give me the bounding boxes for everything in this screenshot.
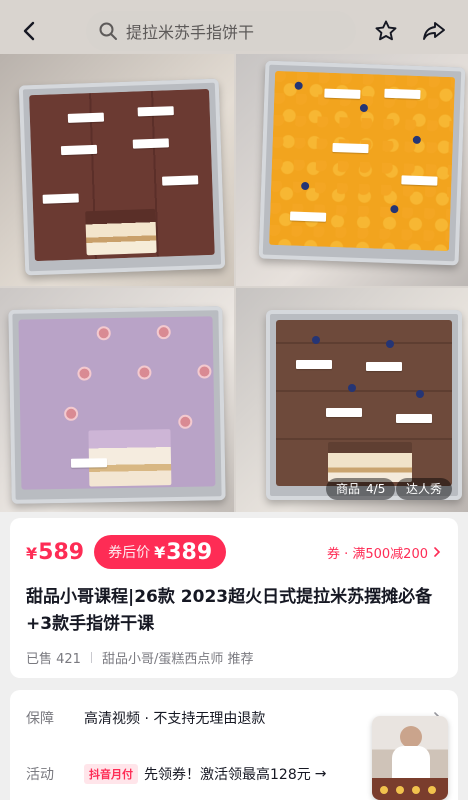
recommender[interactable]: 甜品小哥/蛋糕西点师 推荐	[102, 648, 254, 667]
cake-label	[70, 458, 108, 468]
arrow-right-icon: →	[314, 766, 327, 782]
rose-decoration	[98, 328, 109, 339]
cake-label	[396, 414, 432, 423]
divider	[90, 652, 92, 663]
blueberry	[416, 390, 424, 398]
pager-index: 4/5	[366, 482, 386, 496]
rose-decoration	[79, 368, 90, 379]
cake-label	[67, 112, 105, 123]
cake-slice	[85, 208, 157, 256]
cake-label	[137, 106, 174, 117]
video-dessert	[412, 786, 420, 794]
video-dessert	[380, 786, 388, 794]
product-meta: 已售 421 甜品小哥/蛋糕西点师 推荐	[26, 648, 442, 667]
price-row: ¥ 589 券后价 ¥ 389 券 · 满500减200	[26, 534, 442, 570]
search-input[interactable]: 提拉米苏手指饼干	[86, 11, 356, 51]
activity-value-group: 抖音月付 先领券！激活领最高128元 →	[84, 764, 326, 784]
activity-value: 先领券！激活领最高128元	[144, 767, 311, 783]
cake-label	[162, 175, 199, 186]
cake-label	[60, 144, 98, 156]
activity-label: 活动	[26, 767, 54, 783]
cake-tray	[266, 310, 462, 500]
product-image-gallery[interactable]: 商品 4/5 达人秀	[0, 0, 468, 512]
chevron-left-icon	[23, 21, 35, 41]
share-button[interactable]	[414, 11, 454, 51]
video-dessert	[428, 786, 436, 794]
cake-label	[384, 88, 421, 99]
after-coupon-price-badge[interactable]: 券后价 ¥ 389	[94, 535, 227, 569]
cake-label	[324, 88, 361, 99]
gallery-pager: 商品 4/5	[326, 478, 396, 500]
cake-label	[296, 360, 332, 369]
cake-surface	[269, 70, 456, 252]
coupon-promo-text: 券 · 满500减200	[326, 546, 428, 562]
original-price-value: 589	[38, 539, 85, 565]
cake-tray	[18, 78, 226, 276]
search-text: 提拉米苏手指饼干	[126, 23, 255, 42]
blueberry	[312, 336, 320, 344]
currency-symbol: ¥	[154, 542, 166, 562]
cake-label	[366, 362, 402, 371]
favorite-button[interactable]	[366, 11, 406, 51]
back-button[interactable]	[10, 11, 50, 51]
cake-label	[42, 193, 79, 204]
cake-label	[289, 211, 327, 222]
video-person-head	[400, 726, 422, 748]
cake-label	[401, 175, 438, 186]
sold-count: 已售 421	[26, 652, 81, 667]
share-icon	[423, 22, 445, 40]
coupon-promo-link[interactable]: 券 · 满500减200	[327, 543, 442, 562]
cake-label	[326, 408, 362, 417]
currency-symbol: ¥	[26, 543, 38, 563]
cake-label	[132, 138, 169, 149]
gallery-image-tiramisu	[0, 54, 234, 286]
star-icon	[375, 20, 397, 41]
original-price: ¥ 589	[26, 540, 84, 565]
blueberry	[386, 340, 394, 348]
blueberry	[348, 384, 356, 392]
douyin-pay-tag: 抖音月付	[84, 764, 138, 784]
gallery-image-mango	[236, 54, 468, 286]
search-icon	[99, 22, 117, 40]
after-coupon-value: 389	[166, 539, 213, 565]
gallery-image-taro	[0, 288, 234, 512]
floating-video-thumbnail[interactable]	[372, 716, 448, 800]
cake-slice	[328, 442, 412, 482]
video-dessert	[396, 786, 404, 794]
rose-decoration	[199, 366, 210, 377]
cake-tray	[258, 60, 466, 266]
after-coupon-label: 券后价	[108, 545, 151, 561]
rose-decoration	[139, 367, 150, 378]
price-card: ¥ 589 券后价 ¥ 389 券 · 满500减200 甜品小哥课程|26款 …	[10, 518, 458, 678]
top-bar: 提拉米苏手指饼干	[0, 0, 468, 62]
buyer-show-button[interactable]: 达人秀	[396, 478, 453, 500]
guarantee-label: 保障	[26, 711, 54, 727]
rose-decoration	[158, 327, 169, 338]
product-title: 甜品小哥课程|26款 2023超火日式提拉米苏摆摊必备+3款手指饼干课	[26, 587, 433, 634]
video-person-body	[392, 746, 430, 780]
guarantee-value: 高清视频 · 不支持无理由退款	[84, 711, 266, 727]
cake-label	[332, 142, 369, 154]
chevron-right-icon	[434, 547, 441, 557]
cake-tray	[8, 306, 226, 504]
pager-label: 商品	[336, 482, 361, 496]
